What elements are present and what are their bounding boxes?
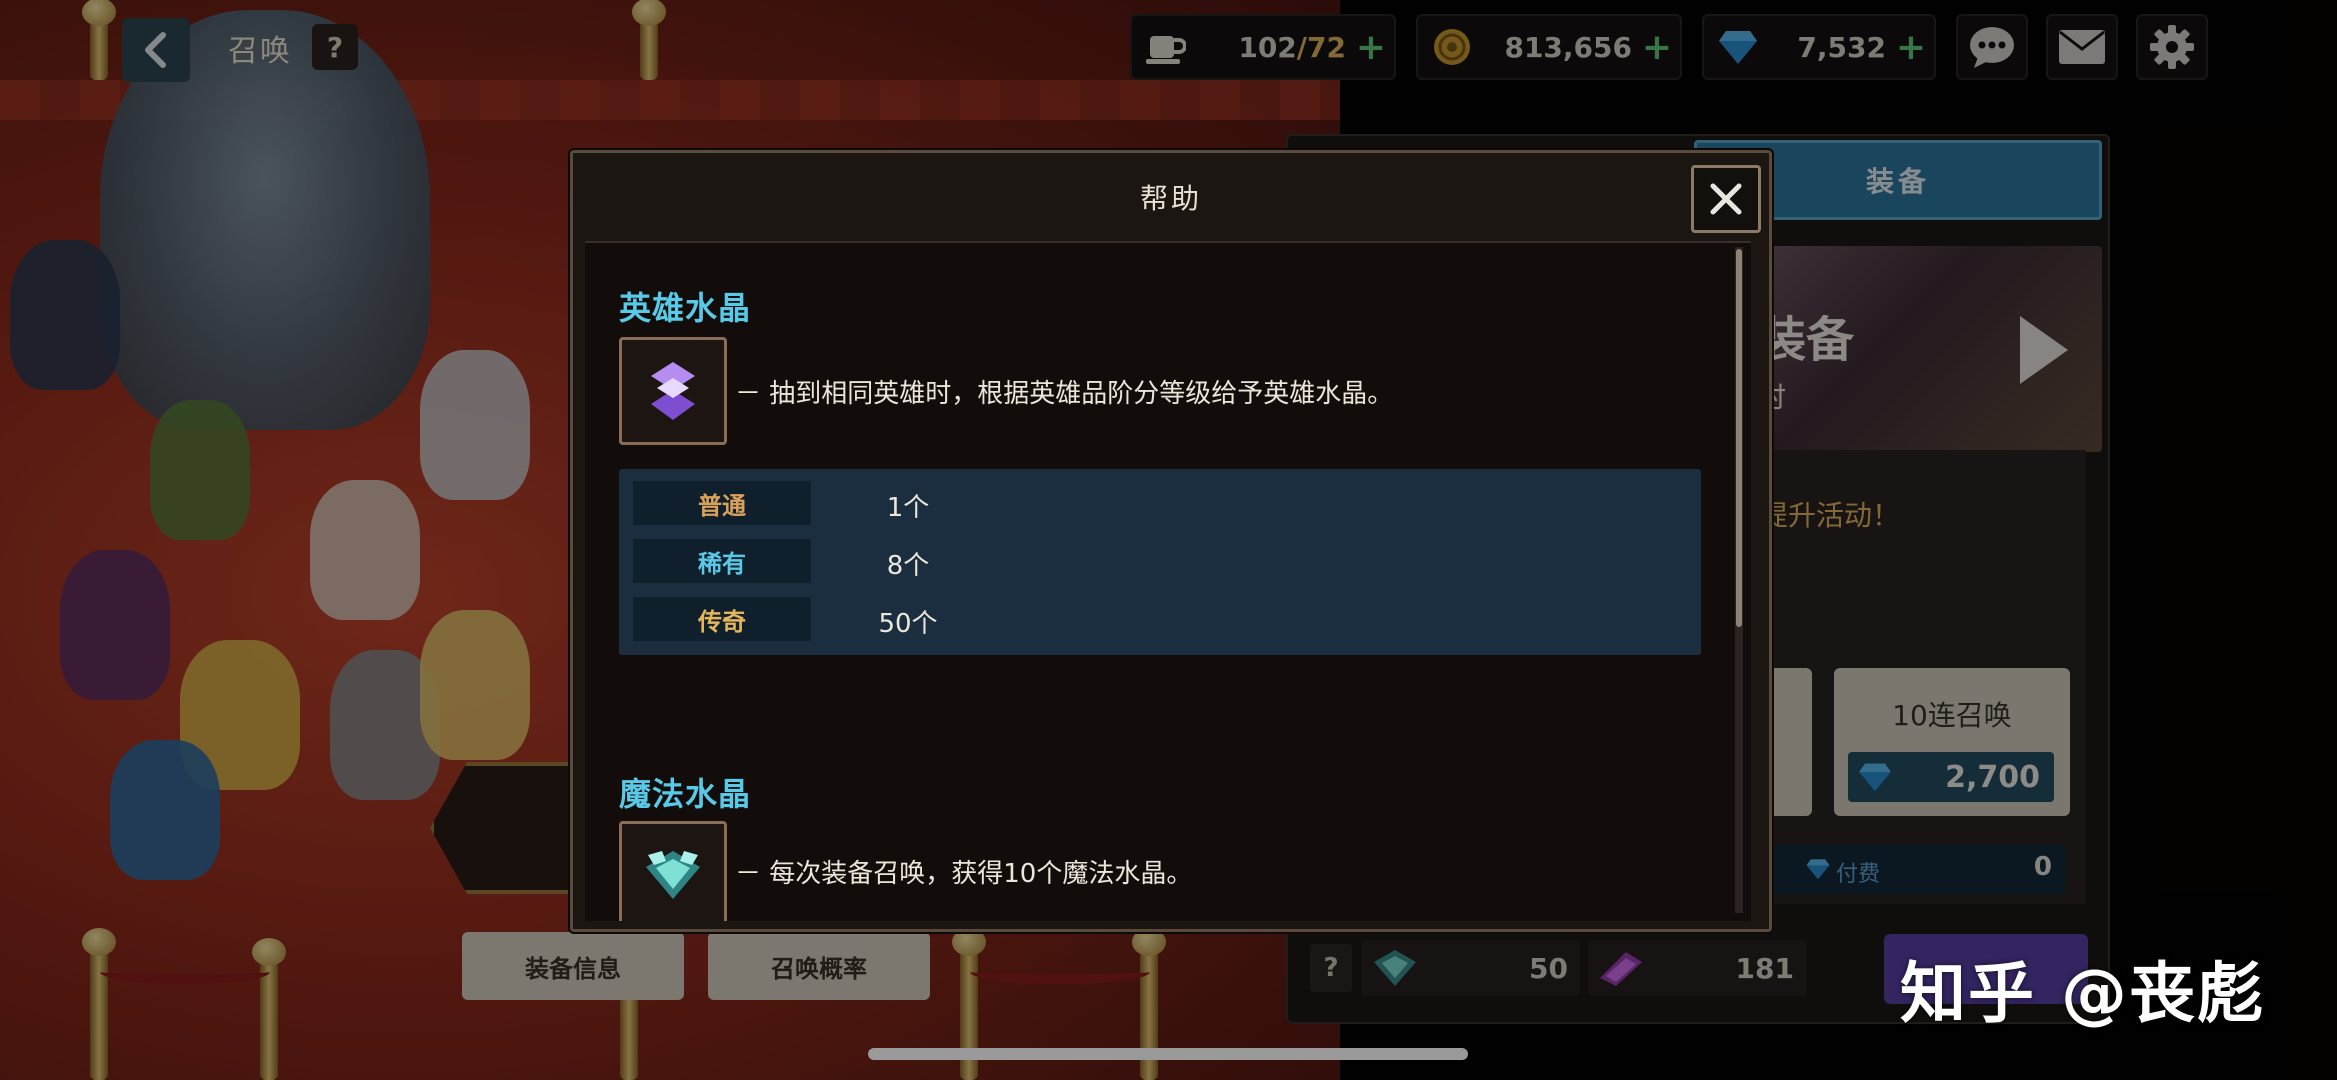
section-title-magic-crystal: 魔法水晶 — [619, 775, 752, 813]
grade-count: 8个 — [886, 551, 930, 581]
dialog-header: 帮助 — [573, 153, 1769, 239]
magic-crystal-icon — [646, 851, 700, 899]
grade-count: 50个 — [878, 609, 938, 639]
dialog-title: 帮助 — [1139, 182, 1202, 215]
dialog-body[interactable]: 英雄水晶 － 抽到相同英雄时，根据英雄品阶分等级给予英雄水晶。 普通 1个 稀有… — [585, 241, 1751, 921]
hero-crystal-icon-box — [619, 337, 727, 445]
grade-name: 普通 — [633, 481, 811, 525]
help-dialog: 帮助 英雄水晶 － 抽到相同英雄时，根据英雄品阶分等级给予英雄水晶。 普通 1个… — [570, 150, 1772, 932]
grade-table: 普通 1个 稀有 8个 传奇 50个 — [619, 469, 1701, 655]
watermark: 知乎 @丧彪 — [1900, 955, 2265, 1032]
grade-name: 稀有 — [633, 539, 811, 583]
grade-count: 1个 — [886, 493, 930, 523]
grade-row-legendary: 传奇 50个 — [633, 597, 1693, 641]
close-icon — [1710, 183, 1742, 215]
section-title-hero-crystal: 英雄水晶 — [619, 289, 752, 327]
magic-crystal-icon-box — [619, 821, 727, 921]
grade-name: 传奇 — [633, 597, 811, 641]
hero-crystal-icon — [651, 362, 695, 420]
hero-crystal-description: － 抽到相同英雄时，根据英雄品阶分等级给予英雄水晶。 — [735, 379, 1394, 409]
home-indicator[interactable] — [868, 1048, 1468, 1060]
close-button[interactable] — [1691, 165, 1761, 233]
scrollbar-thumb[interactable] — [1736, 249, 1742, 627]
magic-crystal-description: － 每次装备召唤，获得10个魔法水晶。 — [735, 859, 1193, 889]
grade-row-common: 普通 1个 — [633, 481, 1693, 525]
grade-row-rare: 稀有 8个 — [633, 539, 1693, 583]
